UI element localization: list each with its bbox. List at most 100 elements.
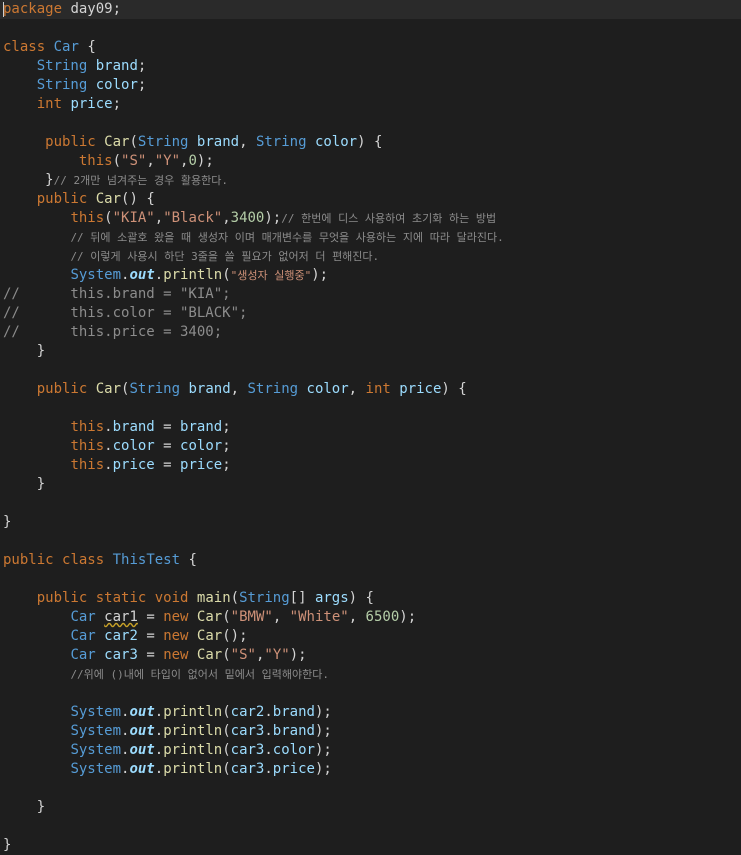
code-line[interactable]: // this.color = "BLACK"; xyxy=(3,304,504,323)
type-token: String xyxy=(36,77,88,93)
code-text: } xyxy=(3,343,46,359)
code-line[interactable]: this.brand = brand; xyxy=(3,418,504,437)
comment-token: // 뒤에 소괄호 왔을 때 생성자 이며 매개변수를 무엇을 사용하는 지에 … xyxy=(70,231,504,244)
code-area[interactable]: package day09; class Car { String brand; … xyxy=(3,0,504,855)
code-line[interactable]: this("S","Y",0); xyxy=(3,152,504,171)
code-line[interactable] xyxy=(3,19,504,38)
code-line[interactable]: public Car() { xyxy=(3,190,504,209)
code-text: ( xyxy=(222,647,231,663)
keyword-token: class xyxy=(3,39,46,55)
type-token: String xyxy=(129,381,181,397)
code-line[interactable]: } xyxy=(3,342,504,361)
code-line[interactable]: String color; xyxy=(3,76,504,95)
code-text: , xyxy=(154,210,164,226)
code-line[interactable]: this.color = color; xyxy=(3,437,504,456)
code-line[interactable]: // 뒤에 소괄호 왔을 때 생성자 이며 매개변수를 무엇을 사용하는 지에 … xyxy=(3,228,504,247)
code-line[interactable]: package day09; xyxy=(3,0,504,19)
code-line[interactable]: this("KIA","Black",3400);// 한번에 디스 사용하여 … xyxy=(3,209,504,228)
keyword-token: this xyxy=(70,438,105,454)
string-token: "Black" xyxy=(163,210,223,226)
code-line[interactable]: } xyxy=(3,513,504,532)
static-field-token: out xyxy=(129,704,155,720)
code-line[interactable]: } xyxy=(3,475,504,494)
code-text: ( xyxy=(222,742,231,758)
code-line[interactable]: int price; xyxy=(3,95,504,114)
comment-token: // this.color = "BLACK"; xyxy=(3,305,248,321)
code-editor[interactable]: package day09; class Car { String brand; … xyxy=(0,0,741,855)
code-text: ( xyxy=(230,590,240,606)
method-token: Car xyxy=(196,628,223,644)
code-line[interactable] xyxy=(3,494,504,513)
code-line[interactable]: Car car3 = new Car("S","Y"); xyxy=(3,646,504,665)
identifier-token: color xyxy=(180,438,223,454)
code-line[interactable]: // this.brand = "KIA"; xyxy=(3,285,504,304)
type-token: System xyxy=(70,761,122,777)
string-token: "S" xyxy=(121,153,147,169)
method-token: Car xyxy=(95,191,122,207)
code-line[interactable] xyxy=(3,399,504,418)
identifier-token: brand xyxy=(272,704,315,720)
identifier-token: brand xyxy=(180,419,223,435)
code-line[interactable]: System.out.println(car3.color); xyxy=(3,741,504,760)
code-line[interactable] xyxy=(3,817,504,836)
identifier-token: brand xyxy=(272,723,315,739)
code-line[interactable]: }// 2개만 넘겨주는 경우 활용한다. xyxy=(3,171,504,190)
code-line[interactable]: this.price = price; xyxy=(3,456,504,475)
code-line[interactable]: Car car1 = new Car("BMW", "White", 6500)… xyxy=(3,608,504,627)
code-text: ; xyxy=(112,96,122,112)
keyword-token: this xyxy=(78,153,113,169)
number-token: 6500 xyxy=(365,609,400,625)
code-line[interactable]: public class ThisTest { xyxy=(3,551,504,570)
code-line[interactable]: class Car { xyxy=(3,38,504,57)
identifier-token: car3 xyxy=(230,742,265,758)
code-line[interactable]: public Car(String brand, String color, i… xyxy=(3,380,504,399)
code-text: ); xyxy=(314,704,332,720)
code-line[interactable] xyxy=(3,570,504,589)
identifier-token: color xyxy=(112,438,155,454)
type-token: String xyxy=(36,58,88,74)
code-line[interactable]: Car car2 = new Car(); xyxy=(3,627,504,646)
code-line[interactable]: String brand; xyxy=(3,57,504,76)
code-text: . xyxy=(154,742,164,758)
code-text: ); xyxy=(314,742,332,758)
code-line[interactable] xyxy=(3,779,504,798)
code-line[interactable]: public Car(String brand, String color) { xyxy=(3,133,504,152)
code-text: . xyxy=(104,419,113,435)
code-line[interactable]: System.out.println(car2.brand); xyxy=(3,703,504,722)
code-line[interactable] xyxy=(3,114,504,133)
code-text: ( xyxy=(222,609,231,625)
code-text: . xyxy=(154,723,164,739)
code-line[interactable]: System.out.println(car3.price); xyxy=(3,760,504,779)
code-line[interactable]: // this.price = 3400; xyxy=(3,323,504,342)
code-line[interactable] xyxy=(3,361,504,380)
code-line[interactable]: } xyxy=(3,836,504,855)
code-line[interactable]: // 이렇게 사용시 하단 3줄을 쓸 필요가 없어저 더 편해진다. xyxy=(3,247,504,266)
code-line[interactable]: } xyxy=(3,798,504,817)
identifier-token: price xyxy=(70,96,113,112)
keyword-token: this xyxy=(70,419,105,435)
code-line[interactable]: public static void main(String[] args) { xyxy=(3,589,504,608)
identifier-token: price xyxy=(272,761,315,777)
code-line[interactable]: System.out.println(car3.brand); xyxy=(3,722,504,741)
code-line[interactable]: //위에 ()내에 타입이 없어서 밑에서 입력해야한다. xyxy=(3,665,504,684)
code-line[interactable] xyxy=(3,684,504,703)
comment-token: // this.price = 3400; xyxy=(3,324,223,340)
comment-token: //위에 ()내에 타입이 없어서 밑에서 입력해야한다. xyxy=(70,668,329,681)
code-text: ; xyxy=(137,58,147,74)
code-line[interactable]: System.out.println("생성자 실행중"); xyxy=(3,266,504,285)
code-text: day09; xyxy=(62,1,122,17)
code-line[interactable] xyxy=(3,532,504,551)
